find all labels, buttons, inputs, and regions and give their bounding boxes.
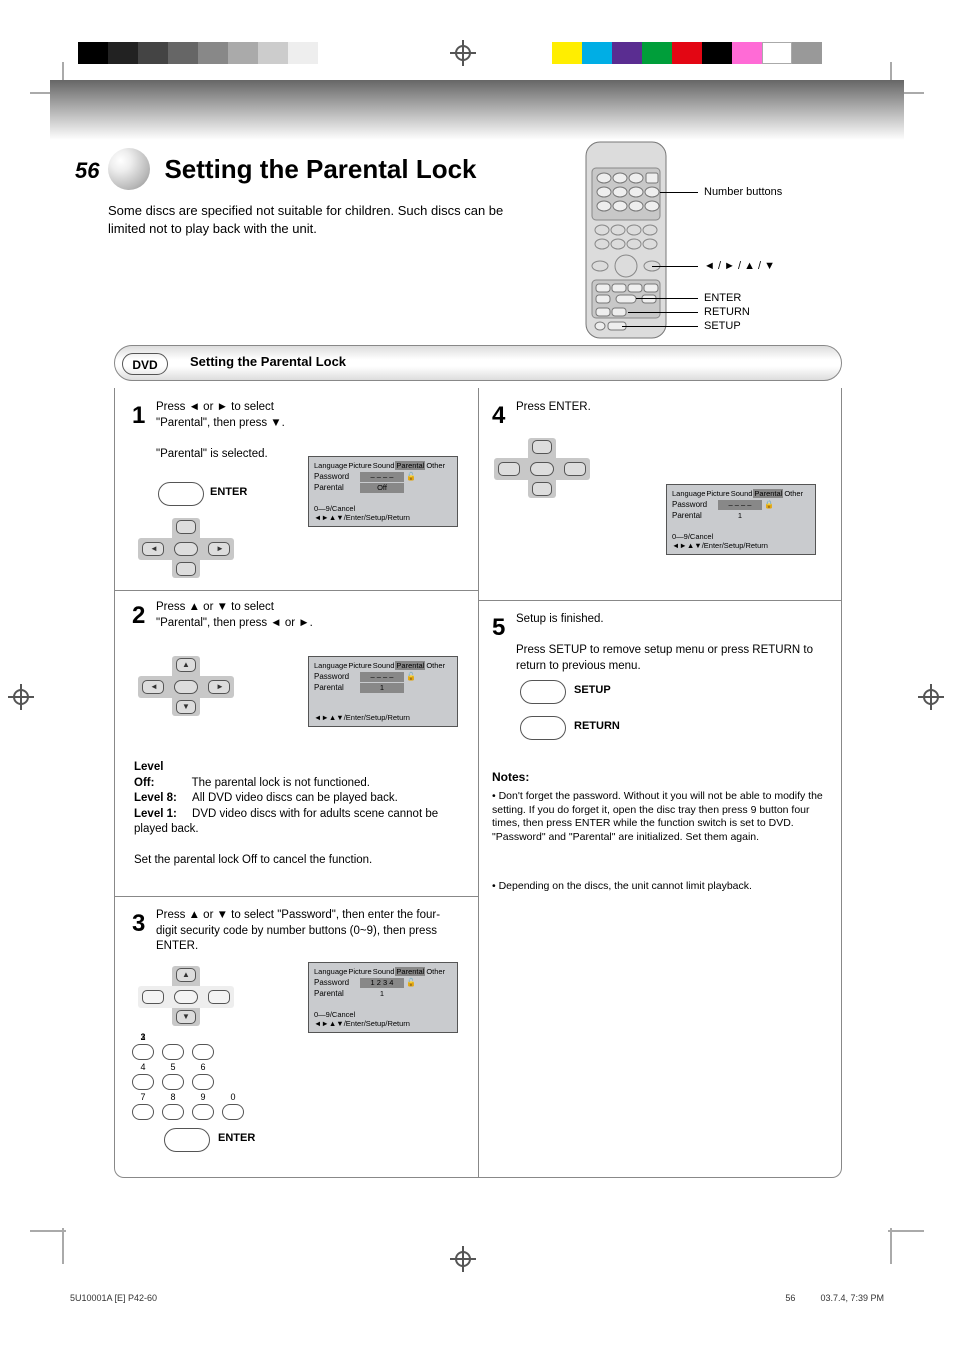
step-number: 5 xyxy=(492,612,505,644)
dpad-graphic: ▲ ▼ ◄ ► xyxy=(138,656,234,726)
footer-right: 56 03.7.4, 7:39 PM xyxy=(785,1293,884,1303)
callout-arrows: ◄ / ► / ▲ / ▼ xyxy=(704,260,775,272)
step-number: 1 xyxy=(132,400,145,432)
callout-return: RETURN xyxy=(704,306,750,318)
registration-mark-icon xyxy=(918,684,944,710)
enter-label: ENTER xyxy=(218,1132,255,1144)
column-divider xyxy=(478,388,479,1178)
colorbar-colors xyxy=(552,42,822,64)
page-number: 56 xyxy=(75,158,99,184)
colorbar-grayscale xyxy=(78,42,318,64)
step5-text-b: Press SETUP to remove setup menu or pres… xyxy=(516,644,813,672)
registration-mark-icon xyxy=(450,40,476,66)
registration-mark-icon xyxy=(8,684,34,710)
footer-left: 5U10001A [E] P42-60 xyxy=(70,1293,157,1303)
dpad-graphic: ▲ ▼ xyxy=(138,966,234,1036)
note-2: Depending on the discs, the unit cannot … xyxy=(499,880,752,892)
setup-label: SETUP xyxy=(574,684,611,696)
step1-text-b: "Parental" is selected. xyxy=(156,448,268,460)
return-button-graphic xyxy=(520,716,566,740)
osd-screen-2: LanguagePictureSoundParentalOther Passwo… xyxy=(308,656,458,727)
enter-label: ENTER xyxy=(210,486,247,498)
osd-screen-1: LanguagePictureSoundParentalOther Passwo… xyxy=(308,456,458,527)
page-title: Setting the Parental Lock xyxy=(164,154,476,185)
dpad-graphic xyxy=(494,438,590,508)
level-heading: Level xyxy=(134,761,163,773)
step-number: 4 xyxy=(492,400,505,432)
osd-screen-3: LanguagePictureSoundParentalOther Passwo… xyxy=(308,962,458,1033)
dpad-graphic: ◄ ► xyxy=(138,518,234,588)
registration-mark-icon xyxy=(450,1246,476,1272)
setup-button-graphic xyxy=(520,680,566,704)
step4-text-a: Press ENTER. xyxy=(516,401,591,413)
step-number: 3 xyxy=(132,908,145,940)
step1-text-a: Press ◄ or ► to select "Parental", then … xyxy=(156,401,285,429)
return-label: RETURN xyxy=(574,720,620,732)
enter-button-graphic xyxy=(158,482,204,506)
callout-enter: ENTER xyxy=(704,292,741,304)
enter-button-graphic xyxy=(164,1128,210,1152)
callout-number-buttons: Number buttons xyxy=(704,186,782,198)
step3-text-a: Press ▲ or ▼ to select "Password", then … xyxy=(156,909,440,952)
callout-setup: SETUP xyxy=(704,320,741,332)
remote-diagram: Number buttons ◄ / ► / ▲ / ▼ ENTER RETUR… xyxy=(576,140,676,345)
sphere-icon xyxy=(108,148,150,190)
note-1: Don't forget the password. Without it yo… xyxy=(492,790,823,843)
page-subtitle: Some discs are specified not suitable fo… xyxy=(108,202,528,238)
step2-text-a: Press ▲ or ▼ to select "Parental", then … xyxy=(156,601,313,629)
notes-heading: Notes: xyxy=(492,770,529,784)
osd-screen-4: LanguagePictureSoundParentalOther Passwo… xyxy=(666,484,816,555)
dvd-badge: DVD xyxy=(122,353,168,375)
step-number: 2 xyxy=(132,600,145,632)
page-header-shade xyxy=(50,80,904,140)
section-title: Setting the Parental Lock xyxy=(190,354,346,369)
step5-text-a: Setup is finished. xyxy=(516,613,604,625)
